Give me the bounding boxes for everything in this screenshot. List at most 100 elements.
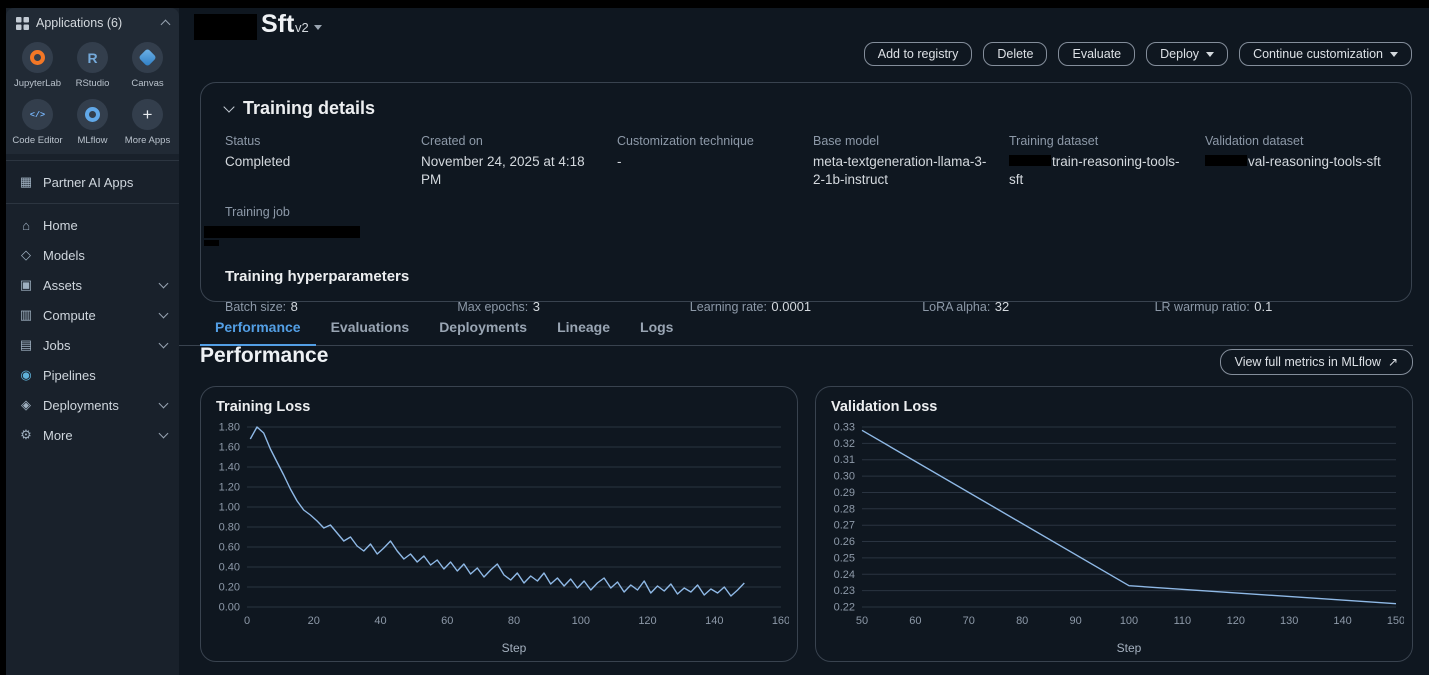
jupyterlab-icon <box>22 42 53 73</box>
more-apps-icon: + <box>132 99 163 130</box>
version-select[interactable]: v2 <box>295 20 322 35</box>
svg-text:90: 90 <box>1069 615 1081 627</box>
svg-text:0.30: 0.30 <box>834 471 855 483</box>
svg-text:60: 60 <box>909 615 921 627</box>
sidebar-item-label: Jobs <box>43 338 151 353</box>
svg-text:20: 20 <box>308 615 320 627</box>
evaluate-button[interactable]: Evaluate <box>1058 42 1135 66</box>
applications-panel: Applications (6) JupyterLab R RStudio Ca… <box>6 8 179 154</box>
field-label: Training dataset <box>1009 134 1191 148</box>
app-tile-label: MLflow <box>77 135 107 146</box>
sidebar-item-deployments[interactable]: ◈ Deployments <box>6 390 179 420</box>
sidebar-item-more[interactable]: ⚙ More <box>6 420 179 450</box>
sidebar-item-label: Home <box>43 218 167 233</box>
tab-lineage[interactable]: Lineage <box>542 313 625 346</box>
delete-button[interactable]: Delete <box>983 42 1047 66</box>
redacted-box <box>204 226 360 238</box>
field-value: train-reasoning-tools-sft <box>1009 153 1191 189</box>
field-value: - <box>617 153 799 171</box>
jobs-icon: ▤ <box>18 337 34 353</box>
sidebar-item-partner-ai-apps[interactable]: ▦ Partner AI Apps <box>6 167 179 197</box>
training-details-toggle[interactable]: Training details <box>225 98 1387 119</box>
sidebar-nav: ⌂ Home ◇ Models ▣ Assets ▥ Compute ▤ Job… <box>6 210 179 450</box>
redacted-box <box>1205 155 1247 166</box>
app-tile-code-editor[interactable]: </> Code Editor <box>10 99 65 146</box>
field-label: Created on <box>421 134 603 148</box>
chart-title: Validation Loss <box>831 399 1412 415</box>
field-label: Base model <box>813 134 995 148</box>
home-icon: ⌂ <box>18 218 34 233</box>
code-editor-icon: </> <box>22 99 53 130</box>
partner-ai-apps-icon: ▦ <box>18 174 34 190</box>
main-content: Sft v2 Add to registry Delete Evaluate D… <box>179 8 1429 675</box>
app-tile-mlflow[interactable]: MLflow <box>65 99 120 146</box>
sidebar-item-label: Pipelines <box>43 368 167 383</box>
chart-title: Training Loss <box>216 399 797 415</box>
models-icon: ◇ <box>18 247 34 263</box>
sidebar-divider <box>6 203 179 204</box>
sidebar: Applications (6) JupyterLab R RStudio Ca… <box>6 8 179 675</box>
tab-bar: Performance Evaluations Deployments Line… <box>179 313 1413 346</box>
redacted-box <box>1009 155 1051 166</box>
mlflow-icon <box>77 99 108 130</box>
app-tile-canvas[interactable]: Canvas <box>120 42 175 89</box>
sidebar-item-models[interactable]: ◇ Models <box>6 240 179 270</box>
view-mlflow-button[interactable]: View full metrics in MLflow ↗ <box>1220 349 1413 375</box>
tab-logs[interactable]: Logs <box>625 313 688 346</box>
sidebar-item-jobs[interactable]: ▤ Jobs <box>6 330 179 360</box>
applications-grid-icon <box>16 17 29 30</box>
applications-section-toggle[interactable]: Applications (6) <box>6 8 179 38</box>
button-label: Delete <box>997 47 1033 61</box>
tab-evaluations[interactable]: Evaluations <box>316 313 425 346</box>
details-fields: Status Completed Created on November 24,… <box>225 134 1387 189</box>
button-label: View full metrics in MLflow <box>1235 355 1381 369</box>
tab-deployments[interactable]: Deployments <box>424 313 542 346</box>
tab-label: Performance <box>215 319 301 335</box>
chevron-down-icon <box>159 429 169 439</box>
field-base-model: Base model meta-textgeneration-llama-3-2… <box>813 134 995 189</box>
app-tile-rstudio[interactable]: R RStudio <box>65 42 120 89</box>
sidebar-item-label: Deployments <box>43 398 151 413</box>
more-icon: ⚙ <box>18 427 34 443</box>
applications-label: Applications (6) <box>36 16 155 30</box>
svg-text:150: 150 <box>1387 615 1404 627</box>
svg-text:Step: Step <box>502 641 527 655</box>
svg-text:1.40: 1.40 <box>219 462 240 474</box>
svg-text:140: 140 <box>705 615 723 627</box>
sidebar-item-label: Compute <box>43 308 151 323</box>
svg-text:0.29: 0.29 <box>834 487 855 499</box>
tab-performance[interactable]: Performance <box>200 313 316 346</box>
continue-customization-button[interactable]: Continue customization <box>1239 42 1412 66</box>
svg-text:1.60: 1.60 <box>219 442 240 454</box>
deployments-icon: ◈ <box>18 397 34 413</box>
svg-text:40: 40 <box>374 615 386 627</box>
tab-label: Deployments <box>439 319 527 335</box>
app-tile-label: More Apps <box>125 135 170 146</box>
svg-text:0.23: 0.23 <box>834 585 855 597</box>
sidebar-item-label: More <box>43 428 151 443</box>
chevron-down-icon <box>159 309 169 319</box>
performance-heading: Performance <box>200 344 328 368</box>
sidebar-item-pipelines[interactable]: ◉ Pipelines <box>6 360 179 390</box>
field-label: Customization technique <box>617 134 799 148</box>
svg-text:100: 100 <box>1120 615 1138 627</box>
svg-text:160: 160 <box>772 615 789 627</box>
chevron-down-icon <box>159 399 169 409</box>
app-tile-more-apps[interactable]: + More Apps <box>120 99 175 146</box>
deploy-button[interactable]: Deploy <box>1146 42 1228 66</box>
sidebar-item-compute[interactable]: ▥ Compute <box>6 300 179 330</box>
field-value: meta-textgeneration-llama-3-2-1b-instruc… <box>813 153 995 189</box>
svg-text:80: 80 <box>1016 615 1028 627</box>
add-to-registry-button[interactable]: Add to registry <box>864 42 973 66</box>
canvas-icon <box>132 42 163 73</box>
svg-text:120: 120 <box>638 615 656 627</box>
svg-text:0.33: 0.33 <box>834 422 855 434</box>
svg-text:1.20: 1.20 <box>219 482 240 494</box>
app-tile-label: Code Editor <box>12 135 62 146</box>
validation-loss-chart: 0.220.230.240.250.260.270.280.290.300.31… <box>820 417 1404 655</box>
sidebar-item-label: Assets <box>43 278 151 293</box>
sidebar-item-home[interactable]: ⌂ Home <box>6 210 179 240</box>
sidebar-item-assets[interactable]: ▣ Assets <box>6 270 179 300</box>
app-tile-jupyterlab[interactable]: JupyterLab <box>10 42 65 89</box>
chevron-down-icon <box>159 339 169 349</box>
